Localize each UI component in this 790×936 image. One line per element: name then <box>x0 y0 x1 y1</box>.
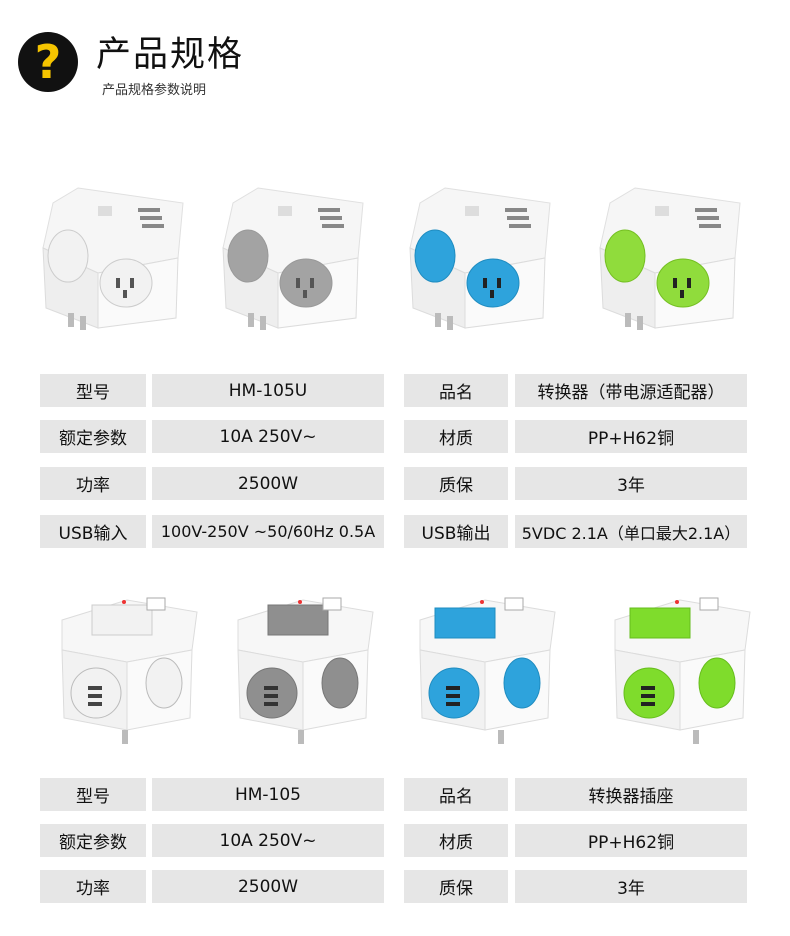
product-image-green <box>605 590 755 750</box>
spec-key: 型号 <box>40 778 146 811</box>
question-mark-icon: ? <box>18 32 78 92</box>
spec-value: HM-105U <box>152 374 384 407</box>
product-image-blue <box>410 590 560 750</box>
spec-value: 10A 250V~ <box>152 420 384 453</box>
page-subtitle: 产品规格参数说明 <box>102 83 207 98</box>
spec-value: PP+H62铜 <box>515 824 747 857</box>
spec-key: 材质 <box>404 420 508 453</box>
spec-key: 功率 <box>40 467 146 500</box>
spec-value: HM-105 <box>152 778 384 811</box>
spec-key: 材质 <box>404 824 508 857</box>
product-image-grey <box>228 590 378 750</box>
spec-key: 额定参数 <box>40 824 146 857</box>
spec-value: 5VDC 2.1A（单口最大2.1A） <box>515 515 747 548</box>
product-image-grey <box>218 178 368 338</box>
spec-value: 3年 <box>515 870 747 903</box>
spec-key: 功率 <box>40 870 146 903</box>
product-image-white <box>38 178 188 338</box>
spec-value: 2500W <box>152 467 384 500</box>
spec-value: 10A 250V~ <box>152 824 384 857</box>
spec-key: 额定参数 <box>40 420 146 453</box>
page-title: 产品规格 <box>96 35 245 75</box>
spec-key: 品名 <box>404 778 508 811</box>
spec-value: 100V-250V ~50/60Hz 0.5A <box>152 515 384 548</box>
spec-key: 质保 <box>404 467 508 500</box>
product-images-top <box>0 178 790 338</box>
product-images-bottom <box>0 590 790 750</box>
spec-key: 质保 <box>404 870 508 903</box>
product-image-white <box>52 590 202 750</box>
spec-value: 3年 <box>515 467 747 500</box>
spec-key: USB输出 <box>404 515 508 548</box>
spec-key: 型号 <box>40 374 146 407</box>
spec-value: PP+H62铜 <box>515 420 747 453</box>
spec-key: 品名 <box>404 374 508 407</box>
product-image-green <box>595 178 745 338</box>
spec-key: USB输入 <box>40 515 146 548</box>
spec-value: 转换器插座 <box>515 778 747 811</box>
spec-value: 转换器（带电源适配器） <box>515 374 747 407</box>
page-header: ? 产品规格 产品规格参数说明 <box>0 0 790 110</box>
product-image-blue <box>405 178 555 338</box>
spec-value: 2500W <box>152 870 384 903</box>
